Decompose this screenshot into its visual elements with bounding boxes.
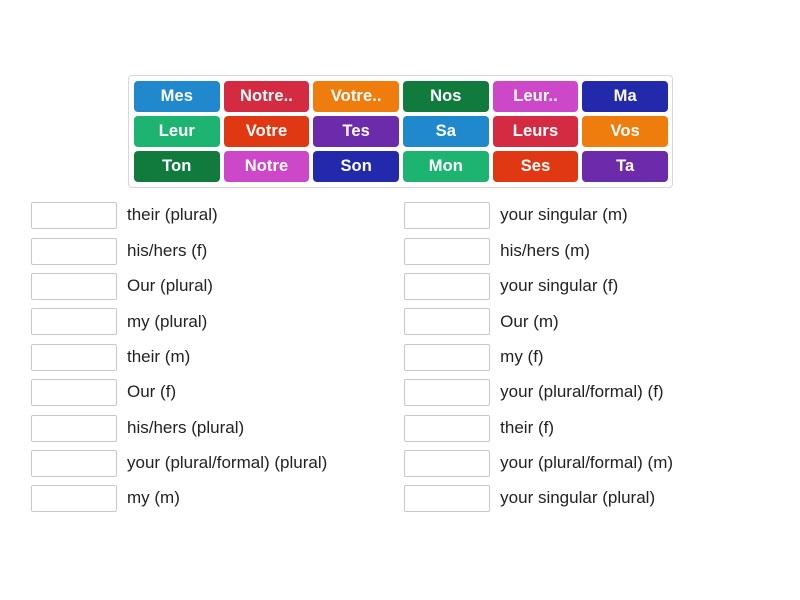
draggable-tile[interactable]: Ton <box>134 151 220 182</box>
tile-bank: Mes Notre.. Votre.. Nos Leur.. Ma Leur Votre Tes… <box>128 75 673 188</box>
answer-row: your (plural/formal) (plural) <box>31 446 396 481</box>
prompt-label: your singular (m) <box>500 205 628 225</box>
prompt-label: their (plural) <box>127 205 218 225</box>
answer-drop-slot[interactable] <box>404 237 491 265</box>
answer-drop-slot[interactable] <box>31 308 117 336</box>
prompt-label: his/hers (f) <box>127 240 208 260</box>
answer-row: his/hers (m) <box>404 233 800 268</box>
draggable-tile[interactable]: Leur.. <box>492 81 579 112</box>
prompt-label: your singular (plural) <box>500 488 656 508</box>
answer-row: your (plural/formal) (f) <box>404 375 800 410</box>
answer-drop-slot[interactable] <box>31 237 117 265</box>
answer-drop-slot[interactable] <box>31 272 117 300</box>
answer-drop-slot[interactable] <box>31 379 117 407</box>
prompt-label: Our (plural) <box>127 276 213 296</box>
prompt-label: their (m) <box>127 346 191 366</box>
answer-row: their (f) <box>404 410 800 445</box>
answer-drop-slot[interactable] <box>404 379 491 407</box>
answer-row: their (plural) <box>31 198 396 233</box>
prompt-label: Our (m) <box>500 311 559 331</box>
answer-row: my (f) <box>404 340 800 375</box>
answer-row: his/hers (plural) <box>31 410 396 445</box>
answer-row: their (m) <box>31 340 396 375</box>
draggable-tile[interactable]: Nos <box>403 81 489 112</box>
prompt-label: my (m) <box>127 488 180 508</box>
prompt-label: Our (f) <box>127 382 177 402</box>
tile-row: Leur Votre Tes Sa Leurs Vos <box>134 116 669 147</box>
answer-column-left: their (plural) his/hers (f) Our (plural) my… <box>0 198 396 517</box>
draggable-tile[interactable]: Vos <box>582 116 669 147</box>
tile-row: Mes Notre.. Votre.. Nos Leur.. Ma <box>134 81 669 112</box>
draggable-tile[interactable]: Leurs <box>492 116 579 147</box>
draggable-tile[interactable]: Notre <box>223 151 310 182</box>
answer-drop-slot[interactable] <box>31 202 117 230</box>
prompt-label: his/hers (plural) <box>127 417 245 437</box>
draggable-tile[interactable]: Mon <box>403 151 489 182</box>
draggable-tile[interactable]: Mes <box>134 81 220 112</box>
prompt-label: your (plural/formal) (plural) <box>127 453 328 473</box>
answer-row: Our (plural) <box>31 269 396 304</box>
draggable-tile[interactable]: Votre <box>223 116 310 147</box>
draggable-tile[interactable]: Ma <box>582 81 669 112</box>
answer-row: my (plural) <box>31 304 396 339</box>
answer-drop-slot[interactable] <box>31 414 117 442</box>
prompt-label: your (plural/formal) (m) <box>500 453 674 473</box>
answer-row: your singular (m) <box>404 198 800 233</box>
draggable-tile[interactable]: Ses <box>492 151 579 182</box>
draggable-tile[interactable]: Ta <box>582 151 669 182</box>
answer-row: your singular (f) <box>404 269 800 304</box>
draggable-tile[interactable]: Sa <box>403 116 489 147</box>
prompt-label: your singular (f) <box>500 276 619 296</box>
prompt-label: my (f) <box>500 346 544 366</box>
answer-row: Our (m) <box>404 304 800 339</box>
answer-drop-slot[interactable] <box>404 202 491 230</box>
answer-drop-slot[interactable] <box>404 272 491 300</box>
answer-drop-slot[interactable] <box>31 343 117 371</box>
draggable-tile[interactable]: Leur <box>134 116 220 147</box>
prompt-label: your (plural/formal) (f) <box>500 382 664 402</box>
answer-row: Our (f) <box>31 375 396 410</box>
answer-drop-slot[interactable] <box>404 414 491 442</box>
prompt-label: his/hers (m) <box>500 240 590 260</box>
answer-row: your (plural/formal) (m) <box>404 446 800 481</box>
answer-drop-slot[interactable] <box>31 485 117 513</box>
answer-drop-slot[interactable] <box>31 449 117 477</box>
answer-row: your singular (plural) <box>404 481 800 516</box>
answer-column-right: your singular (m) his/hers (m) your singul… <box>404 198 800 517</box>
answer-columns: their (plural) his/hers (f) Our (plural) my… <box>0 198 800 517</box>
prompt-label: my (plural) <box>127 311 208 331</box>
draggable-tile[interactable]: Notre.. <box>223 81 310 112</box>
tile-row: Ton Notre Son Mon Ses Ta <box>134 151 669 182</box>
answer-drop-slot[interactable] <box>404 449 491 477</box>
answer-drop-slot[interactable] <box>404 343 491 371</box>
answer-row: my (m) <box>31 481 396 516</box>
answer-drop-slot[interactable] <box>404 308 491 336</box>
draggable-tile[interactable]: Tes <box>313 116 400 147</box>
draggable-tile[interactable]: Votre.. <box>313 81 400 112</box>
answer-drop-slot[interactable] <box>404 485 491 513</box>
draggable-tile[interactable]: Son <box>313 151 400 182</box>
prompt-label: their (f) <box>500 417 554 437</box>
answer-row: his/hers (f) <box>31 233 396 268</box>
